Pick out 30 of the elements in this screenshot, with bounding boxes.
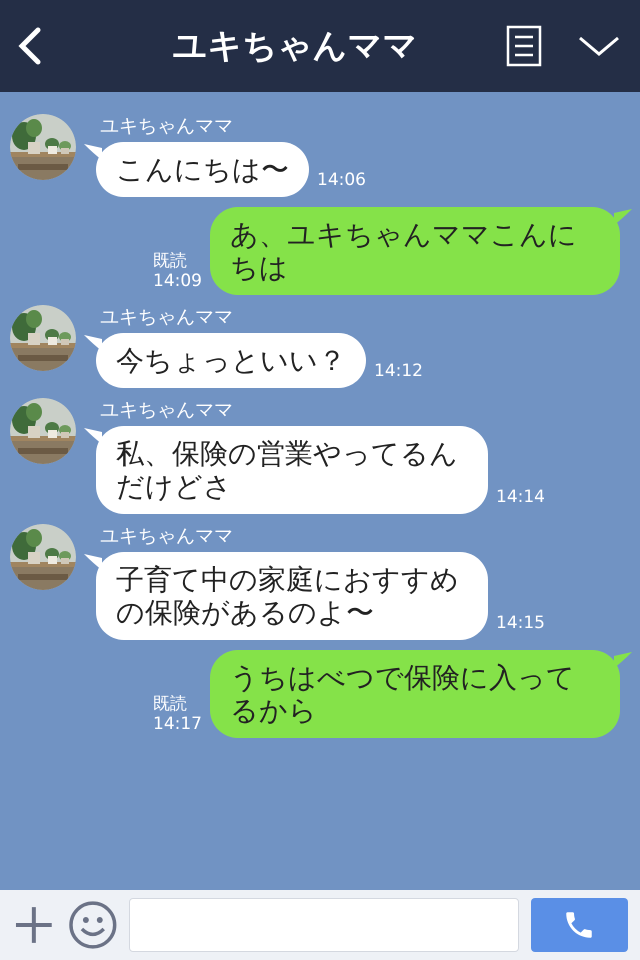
chevron-down-icon[interactable] [578, 34, 620, 58]
bubble-tail [84, 144, 102, 160]
bubble-tail [84, 554, 102, 570]
smiley-icon[interactable] [68, 900, 118, 950]
bubble-tail [84, 335, 102, 351]
message-bubble: 私、保険の営業やってるんだけどさ [96, 426, 488, 514]
bubble-tail [614, 209, 632, 225]
message-time: 14:17 [153, 714, 202, 734]
message-input[interactable] [129, 898, 519, 952]
message-time: 14:14 [496, 486, 545, 508]
sender-name: ユキちゃんママ [99, 524, 234, 548]
read-receipt: 既読 [153, 694, 188, 714]
message-time: 14:15 [496, 612, 545, 634]
read-receipt: 既読 [153, 251, 188, 271]
call-button[interactable] [530, 898, 628, 952]
message-bubble: あ、ユキちゃんママこんにちは [210, 207, 620, 295]
message-bubble: うちはべつで保険に入ってるから [210, 650, 620, 738]
message-bubble: 今ちょっといい？ [96, 333, 366, 388]
bubble-tail [614, 652, 632, 668]
chat-title: ユキちゃんママ [172, 24, 418, 68]
message-time: 14:06 [317, 168, 366, 192]
sender-name: ユキちゃんママ [99, 398, 234, 422]
message-bubble: こんにちは〜 [96, 142, 309, 197]
notes-icon[interactable] [506, 25, 542, 67]
sender-name: ユキちゃんママ [99, 305, 234, 329]
message-time: 14:09 [153, 271, 202, 291]
bubble-tail [84, 428, 102, 444]
sender-name: ユキちゃんママ [99, 114, 234, 138]
message-time: 14:12 [374, 360, 423, 382]
message-bubble: 子育て中の家庭におすすめの保険があるのよ〜 [96, 552, 488, 640]
